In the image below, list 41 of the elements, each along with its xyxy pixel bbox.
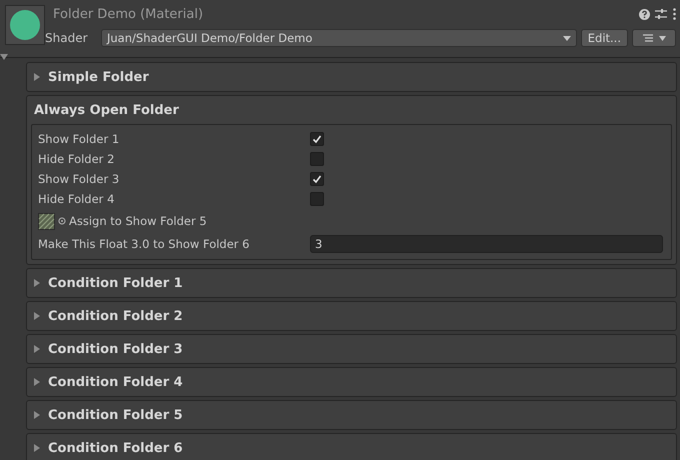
property-label: Assign to Show Folder 5 [69,214,208,228]
foldout-arrow-icon[interactable] [33,345,41,353]
folder-title[interactable]: Condition Folder 5 [48,408,183,422]
shader-label: Shader [45,31,89,45]
property-label: Hide Folder 4 [38,192,116,206]
help-icon[interactable] [639,8,650,20]
folder-title[interactable]: Condition Folder 2 [48,308,183,324]
foldout-arrow-icon[interactable] [33,312,41,320]
sliders-icon[interactable] [655,8,667,20]
dropdown-arrow-icon[interactable] [0,54,8,60]
folder-title[interactable]: Condition Folder 6 [48,440,183,456]
foldout-arrow-icon[interactable] [33,73,41,81]
property-label: Make This Float 3.0 to Show Folder 6 [38,237,251,251]
foldout-arrow-icon[interactable] [33,279,41,287]
property-label: Show Folder 1 [38,132,120,146]
texture-slot-icon[interactable] [38,212,55,230]
foldout-arrow-icon[interactable] [33,444,41,452]
caret-icon [658,36,666,40]
checkbox[interactable] [310,172,324,186]
property-label: Show Folder 3 [38,172,120,186]
folder-title[interactable]: Simple Folder [48,70,149,84]
folder-title: Always Open Folder [34,102,179,118]
foldout-arrow-icon[interactable] [33,378,41,386]
object-picker-icon[interactable] [58,217,66,225]
more-options-icon[interactable] [673,8,676,20]
float-field[interactable]: 3 [310,235,663,253]
folder-title[interactable]: Condition Folder 4 [48,374,183,390]
edit-button[interactable]: Edit... [580,29,628,47]
checkbox[interactable] [310,192,324,206]
window-title: Folder Demo (Material) [53,6,204,22]
options-menu-button[interactable] [632,29,676,47]
folder-title[interactable]: Condition Folder 3 [48,342,183,356]
foldout-arrow-icon[interactable] [33,411,41,419]
material-preview [5,5,45,45]
folder-title[interactable]: Condition Folder 1 [48,276,183,290]
list-icon [642,34,652,42]
property-label: Hide Folder 2 [38,152,116,166]
checkbox[interactable] [310,132,324,146]
checkbox[interactable] [310,152,324,166]
caret-icon [562,36,571,40]
shader-dropdown[interactable]: Juan/ShaderGUI Demo/Folder Demo [101,29,577,47]
